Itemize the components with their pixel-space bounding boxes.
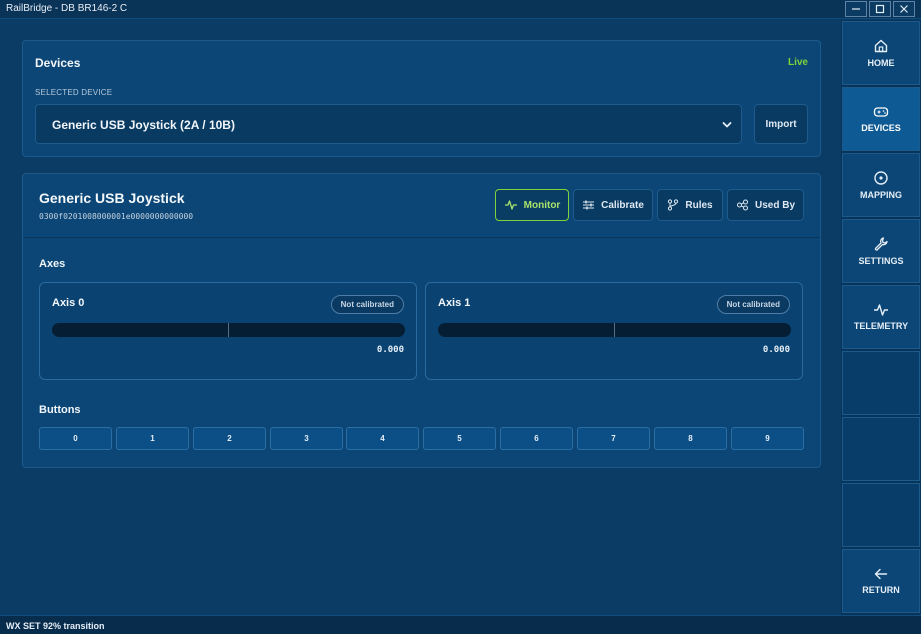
close-icon bbox=[900, 5, 908, 13]
axes-label: Axes bbox=[39, 258, 66, 270]
sidebar-item-label: SETTINGS bbox=[858, 256, 904, 266]
sidebar-item-label: DEVICES bbox=[861, 123, 901, 133]
axis-bar bbox=[438, 323, 791, 337]
arrow-left-icon bbox=[874, 568, 888, 580]
tab-used-by-label: Used By bbox=[754, 199, 795, 211]
title-bar: RailBridge - DB BR146-2 C bbox=[0, 0, 921, 19]
pulse-icon bbox=[504, 200, 517, 210]
target-icon bbox=[874, 171, 888, 185]
device-name: Generic USB Joystick bbox=[39, 190, 185, 206]
branch-icon bbox=[668, 199, 679, 211]
minimize-button[interactable] bbox=[845, 1, 867, 17]
calibration-badge: Not calibrated bbox=[330, 295, 404, 314]
axis-name: Axis 0 bbox=[52, 297, 85, 309]
pulse-icon bbox=[874, 304, 888, 316]
sidebar-item-label: MAPPING bbox=[859, 190, 902, 200]
gamepad-icon bbox=[873, 107, 889, 117]
tab-calibrate[interactable]: Calibrate bbox=[573, 189, 653, 221]
status-text: WX SET 92% transition bbox=[6, 621, 105, 631]
devices-panel: Devices Live SELECTED DEVICE Generic USB… bbox=[22, 40, 821, 157]
sidebar-item-return[interactable]: RETURN bbox=[842, 549, 920, 613]
header-divider bbox=[23, 237, 820, 238]
device-select[interactable]: Generic USB Joystick (2A / 10B) bbox=[35, 104, 742, 144]
joystick-button-indicator: 3 bbox=[270, 427, 343, 450]
tab-rules-label: Rules bbox=[685, 199, 713, 211]
sidebar-empty-slot bbox=[842, 483, 920, 547]
sidebar-item-home[interactable]: HOME bbox=[842, 21, 920, 85]
tab-monitor-label: Monitor bbox=[523, 199, 561, 211]
main-content: Devices Live SELECTED DEVICE Generic USB… bbox=[0, 20, 841, 615]
sidebar-item-mapping[interactable]: MAPPING bbox=[842, 153, 920, 217]
tab-rules[interactable]: Rules bbox=[657, 189, 723, 221]
devices-title: Devices bbox=[35, 56, 81, 70]
sidebar: HOME DEVICES MAPPING SETTINGS TELEMETRY bbox=[841, 20, 921, 615]
selected-device-label: SELECTED DEVICE bbox=[35, 88, 113, 97]
tab-used-by[interactable]: Used By bbox=[727, 189, 804, 221]
sidebar-item-label: TELEMETRY bbox=[853, 321, 909, 331]
sidebar-item-devices[interactable]: DEVICES bbox=[842, 87, 920, 151]
device-select-value: Generic USB Joystick (2A / 10B) bbox=[52, 118, 235, 132]
home-icon bbox=[874, 39, 888, 53]
sidebar-item-telemetry[interactable]: TELEMETRY bbox=[842, 285, 920, 349]
joystick-button-indicator: 8 bbox=[654, 427, 727, 450]
calibration-badge: Not calibrated bbox=[716, 295, 790, 314]
live-indicator: Live bbox=[787, 57, 808, 68]
import-button[interactable]: Import bbox=[754, 104, 808, 144]
axis-center-mark bbox=[228, 323, 229, 337]
close-button[interactable] bbox=[893, 1, 915, 17]
tab-monitor[interactable]: Monitor bbox=[495, 189, 569, 221]
axis-card: Axis 0 Not calibrated 0.000 bbox=[39, 282, 417, 380]
sidebar-empty-slot bbox=[842, 417, 920, 481]
axis-bar bbox=[52, 323, 405, 337]
joystick-button-indicator: 0 bbox=[39, 427, 112, 450]
sidebar-item-label: RETURN bbox=[862, 585, 900, 595]
device-guid: 0300f0201008000001e0000000000000 bbox=[39, 212, 194, 221]
joystick-button-indicator: 5 bbox=[423, 427, 496, 450]
axis-value: 0.000 bbox=[376, 345, 404, 355]
minimize-icon bbox=[852, 8, 860, 10]
sidebar-item-label: HOME bbox=[867, 58, 895, 68]
joystick-button-indicator: 4 bbox=[346, 427, 419, 450]
sliders-icon bbox=[583, 200, 595, 210]
axis-card: Axis 1 Not calibrated 0.000 bbox=[425, 282, 803, 380]
joystick-button-indicator: 2 bbox=[193, 427, 266, 450]
window-title: RailBridge - DB BR146-2 C bbox=[6, 3, 128, 14]
device-detail-panel: Generic USB Joystick 0300f0201008000001e… bbox=[22, 173, 821, 468]
sidebar-empty-slot bbox=[842, 351, 920, 415]
wrench-icon bbox=[874, 237, 888, 251]
axis-center-mark bbox=[614, 323, 615, 337]
chevron-down-icon bbox=[722, 122, 732, 128]
joystick-button-indicator: 1 bbox=[116, 427, 189, 450]
buttons-label: Buttons bbox=[39, 404, 81, 416]
joystick-button-indicator: 9 bbox=[731, 427, 804, 450]
axis-value: 0.000 bbox=[762, 345, 790, 355]
maximize-button[interactable] bbox=[869, 1, 891, 17]
status-bar: WX SET 92% transition bbox=[0, 615, 921, 634]
tab-calibrate-label: Calibrate bbox=[601, 199, 644, 211]
axis-name: Axis 1 bbox=[438, 297, 471, 309]
maximize-icon bbox=[875, 4, 885, 14]
joystick-button-indicator: 6 bbox=[500, 427, 573, 450]
sidebar-item-settings[interactable]: SETTINGS bbox=[842, 219, 920, 283]
link-icon bbox=[736, 199, 748, 211]
joystick-button-indicator: 7 bbox=[577, 427, 650, 450]
